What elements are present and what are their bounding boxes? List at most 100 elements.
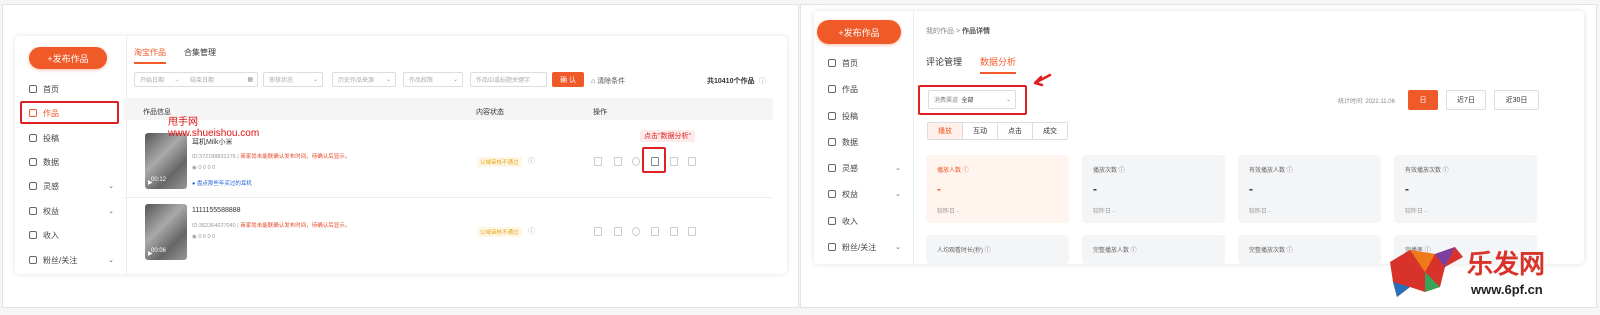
chevron-down-icon: ⌄ bbox=[895, 191, 901, 198]
video-thumbnail[interactable]: ▶ 00:12 bbox=[145, 133, 187, 189]
tag-icon: ● bbox=[192, 181, 196, 187]
collection-tag[interactable]: ● 盘点那些年买过的耳机 bbox=[192, 179, 252, 187]
watermark-url: www.shueishou.com bbox=[168, 128, 260, 139]
sidebar-item-data[interactable]: 数据 bbox=[15, 154, 126, 170]
comment-icon[interactable] bbox=[632, 157, 640, 166]
home-icon bbox=[828, 59, 836, 67]
logo-text: 乐发网 bbox=[1467, 250, 1546, 280]
tab-taobao-works[interactable]: 淘宝作品 bbox=[134, 47, 166, 64]
delete-icon[interactable] bbox=[688, 227, 696, 236]
comment-icon[interactable] bbox=[632, 227, 640, 236]
works-icon bbox=[828, 85, 836, 93]
callout-click-analysis: 点击"数据分析" bbox=[640, 130, 695, 142]
metric-card: 完整播放人数 ⓘ bbox=[1082, 235, 1225, 264]
sidebar-item-home[interactable]: 首页 bbox=[814, 55, 913, 71]
income-icon bbox=[29, 231, 37, 239]
tab-comment-management[interactable]: 评论管理 bbox=[926, 55, 962, 74]
download-icon[interactable] bbox=[614, 227, 622, 236]
range-7d-button[interactable]: 近7日 bbox=[1446, 90, 1486, 110]
badge-icon bbox=[828, 190, 836, 198]
bull-logo-icon bbox=[1390, 247, 1463, 297]
edit-icon[interactable] bbox=[670, 227, 678, 236]
sidebar-item-fans[interactable]: 粉丝/关注 ⌄ bbox=[15, 252, 126, 268]
download-icon[interactable] bbox=[614, 157, 622, 166]
column-header-actions: 操作 bbox=[593, 109, 607, 116]
history-source-select[interactable]: 历史作品来源 ⌄ bbox=[332, 72, 396, 87]
badge-icon bbox=[29, 207, 37, 215]
chevron-down-icon: ⌄ bbox=[385, 77, 391, 83]
tab-data-analysis[interactable]: 数据分析 bbox=[980, 55, 1017, 74]
income-icon bbox=[828, 217, 836, 225]
sidebar-item-data[interactable]: 数据 bbox=[814, 134, 913, 150]
metric-card: 完整播放次数 ⓘ bbox=[1238, 235, 1381, 264]
delete-icon[interactable] bbox=[688, 157, 696, 166]
help-icon[interactable]: ⓘ bbox=[528, 226, 535, 236]
metric-card: 有效播放次数 ⓘ - 较昨日 - bbox=[1394, 155, 1537, 223]
audit-status-select[interactable]: 审核状态 ⌄ bbox=[263, 72, 323, 87]
data-icon bbox=[29, 158, 37, 166]
bulb-icon bbox=[828, 164, 836, 172]
segment-interact[interactable]: 互动 bbox=[963, 123, 998, 139]
sidebar-item-fans[interactable]: 粉丝/关注 ⌄ bbox=[814, 239, 913, 255]
share-icon[interactable] bbox=[594, 227, 602, 236]
total-count: 共10410个作品 bbox=[707, 78, 755, 85]
help-icon[interactable]: ⓘ bbox=[528, 156, 535, 166]
highlight-box-works bbox=[20, 101, 119, 124]
sidebar-item-income[interactable]: 收入 bbox=[15, 227, 126, 243]
sidebar-item-submit[interactable]: 投稿 bbox=[15, 130, 126, 146]
sidebar-item-inspiration[interactable]: 灵感 ⌄ bbox=[15, 178, 126, 194]
clear-icon: ⌂ bbox=[591, 78, 596, 85]
column-header-status: 内容状态 bbox=[476, 109, 504, 116]
highlight-box-channel bbox=[918, 85, 1027, 115]
sidebar-item-submit[interactable]: 投稿 bbox=[814, 108, 913, 124]
column-header-info: 作品信息 bbox=[143, 109, 171, 116]
breadcrumb-current: 作品详情 bbox=[962, 28, 990, 35]
submit-icon bbox=[828, 112, 836, 120]
watermark-name: 甩手网 bbox=[168, 117, 198, 128]
sidebar-item-rights[interactable]: 权益 ⌄ bbox=[814, 186, 913, 202]
sidebar-item-inspiration[interactable]: 灵感 ⌄ bbox=[814, 160, 913, 176]
tab-collection[interactable]: 合集管理 bbox=[184, 47, 216, 64]
sidebar: +发布作品 首页 作品 投稿 数据 灵感 ⌄ 权益 ⌄ 收入 粉丝/关注 ⌄ bbox=[15, 36, 127, 274]
breadcrumb-parent[interactable]: 我的作品 bbox=[926, 28, 954, 35]
data-analysis-icon[interactable] bbox=[651, 227, 659, 236]
clear-conditions-button[interactable]: ⌂ 清除条件 bbox=[591, 76, 625, 86]
site-logo: 乐发网 www.6pf.cn bbox=[1385, 242, 1595, 302]
segment-deal[interactable]: 成交 bbox=[1033, 123, 1067, 139]
status-badge: 公域审核不通过 bbox=[477, 157, 522, 167]
submit-icon bbox=[29, 134, 37, 142]
segment-play[interactable]: 播放 bbox=[928, 123, 963, 139]
sidebar-item-home[interactable]: 首页 bbox=[15, 81, 126, 97]
metric-card: 有效播放人数 ⓘ - 较昨日 - bbox=[1238, 155, 1381, 223]
chevron-down-icon: ⌄ bbox=[108, 208, 114, 215]
publish-button[interactable]: +发布作品 bbox=[817, 20, 901, 44]
work-stats: ◉ 0 0 0 0 bbox=[192, 165, 216, 171]
home-icon bbox=[29, 85, 37, 93]
sidebar-item-rights[interactable]: 权益 ⌄ bbox=[15, 203, 126, 219]
edit-icon[interactable] bbox=[670, 157, 678, 166]
metric-segment-control: 播放 互动 点击 成交 bbox=[927, 122, 1068, 140]
keyword-search-input[interactable]: 作品ID或标题关键字 bbox=[470, 72, 547, 87]
chevron-down-icon: ⌄ bbox=[312, 77, 318, 83]
range-30d-button[interactable]: 近30日 bbox=[1494, 90, 1539, 110]
confirm-button[interactable]: 确 认 bbox=[552, 72, 584, 87]
breadcrumb: 我的作品 > 作品详情 bbox=[926, 28, 990, 35]
table-header bbox=[123, 98, 773, 120]
works-tabs: 淘宝作品 合集管理 bbox=[134, 47, 234, 64]
share-icon[interactable] bbox=[594, 157, 602, 166]
video-duration: ▶ 00:12 bbox=[148, 177, 167, 186]
date-range-picker[interactable]: 开始日期 → 结束日期 ▦ bbox=[134, 72, 258, 87]
chevron-down-icon: ⌄ bbox=[108, 183, 114, 190]
sidebar-item-works[interactable]: 作品 bbox=[814, 81, 913, 97]
info-icon: ⓘ bbox=[759, 78, 766, 85]
stat-time: 统计时间: 2022.11.06 bbox=[1338, 99, 1395, 105]
bulb-icon bbox=[29, 182, 37, 190]
publish-button[interactable]: +发布作品 bbox=[29, 47, 107, 69]
video-thumbnail[interactable]: ▶ 00:06 bbox=[145, 204, 187, 260]
sidebar-item-income[interactable]: 收入 bbox=[814, 213, 913, 229]
metric-card: 播放次数 ⓘ - 较昨日 - bbox=[1082, 155, 1225, 223]
segment-click[interactable]: 点击 bbox=[998, 123, 1033, 139]
range-day-button[interactable]: 日 bbox=[1408, 90, 1438, 110]
highlight-box-analysis bbox=[642, 147, 666, 173]
work-permission-select[interactable]: 作品权限 ⌄ bbox=[403, 72, 463, 87]
